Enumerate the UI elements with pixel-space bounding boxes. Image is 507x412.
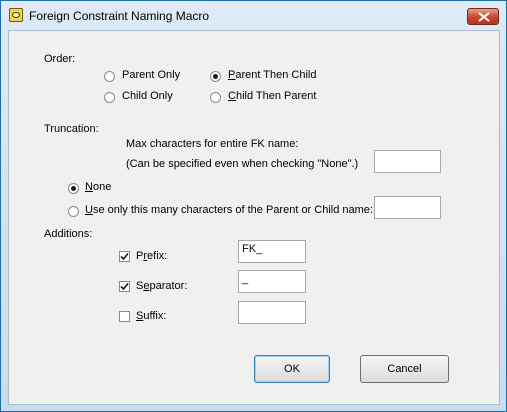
close-button[interactable]: [467, 8, 499, 25]
radio-child-only[interactable]: [104, 92, 115, 103]
checkmark-icon: [120, 282, 129, 291]
radio-use-only-chars[interactable]: [68, 206, 79, 217]
radio-none-label: None: [85, 181, 112, 193]
ok-button[interactable]: OK: [254, 355, 330, 383]
additions-label: Additions:: [44, 228, 93, 240]
radio-child-then-parent-label: Child Then Parent: [228, 90, 317, 102]
radio-parent-then-child[interactable]: [210, 71, 221, 82]
radio-parent-then-child-label: Parent Then Child: [228, 69, 317, 81]
suffix-input[interactable]: [238, 301, 306, 324]
radio-parent-only-label: Parent Only: [122, 69, 181, 81]
dialog-window: Foreign Constraint Naming Macro Order: P…: [0, 0, 507, 412]
suffix-label: Suffix:: [136, 310, 167, 322]
dialog-client: Order: Parent Only Parent Then Child Chi…: [8, 30, 500, 405]
radio-child-then-parent[interactable]: [210, 92, 221, 103]
title-bar[interactable]: Foreign Constraint Naming Macro: [1, 1, 506, 29]
separator-input[interactable]: _: [238, 270, 306, 293]
prefix-checkbox[interactable]: [119, 251, 130, 262]
radio-none[interactable]: [68, 183, 79, 194]
separator-checkbox[interactable]: [119, 281, 130, 292]
max-chars-note: (Can be specified even when checking "No…: [126, 158, 359, 170]
radio-use-only-chars-label: Use only this many characters of the Par…: [85, 204, 373, 216]
separator-label: Separator:: [136, 280, 188, 292]
order-label: Order:: [44, 53, 76, 65]
checkmark-icon: [120, 252, 129, 261]
app-icon: [9, 8, 23, 22]
cancel-button[interactable]: Cancel: [360, 355, 449, 383]
max-chars-label: Max characters for entire FK name:: [126, 138, 299, 150]
radio-child-only-label: Child Only: [122, 90, 173, 102]
truncation-label: Truncation:: [44, 123, 99, 135]
prefix-label: Prefix:: [136, 250, 168, 262]
max-chars-input[interactable]: [374, 150, 441, 173]
prefix-input[interactable]: FK_: [238, 240, 306, 263]
radio-parent-only[interactable]: [104, 71, 115, 82]
window-title: Foreign Constraint Naming Macro: [29, 9, 210, 23]
name-chars-input[interactable]: [374, 196, 441, 219]
close-icon: [478, 12, 490, 22]
suffix-checkbox[interactable]: [119, 311, 130, 322]
